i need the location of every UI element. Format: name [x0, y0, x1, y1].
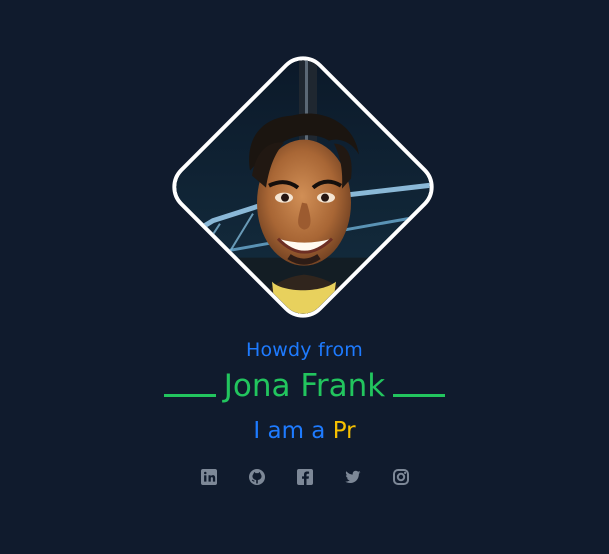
role-line: I am a Pr	[0, 417, 609, 445]
github-icon	[248, 469, 265, 485]
github-link[interactable]	[248, 468, 266, 486]
name-text: Jona Frank	[223, 368, 386, 404]
hero-section: Howdy from Jona Frank I am a Pr	[0, 0, 609, 554]
name-heading: Jona Frank	[0, 367, 609, 405]
name-left-dash	[163, 367, 216, 397]
twitter-icon	[344, 470, 360, 483]
avatar-photo	[161, 45, 445, 329]
profile-avatar	[161, 45, 445, 329]
instagram-link[interactable]	[392, 468, 410, 486]
social-links	[0, 468, 609, 488]
facebook-icon	[296, 469, 313, 485]
twitter-link[interactable]	[344, 468, 362, 486]
role-typed-text: Pr	[332, 418, 356, 444]
facebook-link[interactable]	[296, 468, 314, 486]
instagram-icon	[392, 469, 409, 485]
linkedin-link[interactable]	[200, 468, 218, 486]
greeting-text: Howdy from	[245, 339, 363, 361]
name-right-dash	[393, 367, 446, 397]
role-prefix-text: I am a	[253, 418, 326, 444]
linkedin-icon	[200, 469, 217, 485]
